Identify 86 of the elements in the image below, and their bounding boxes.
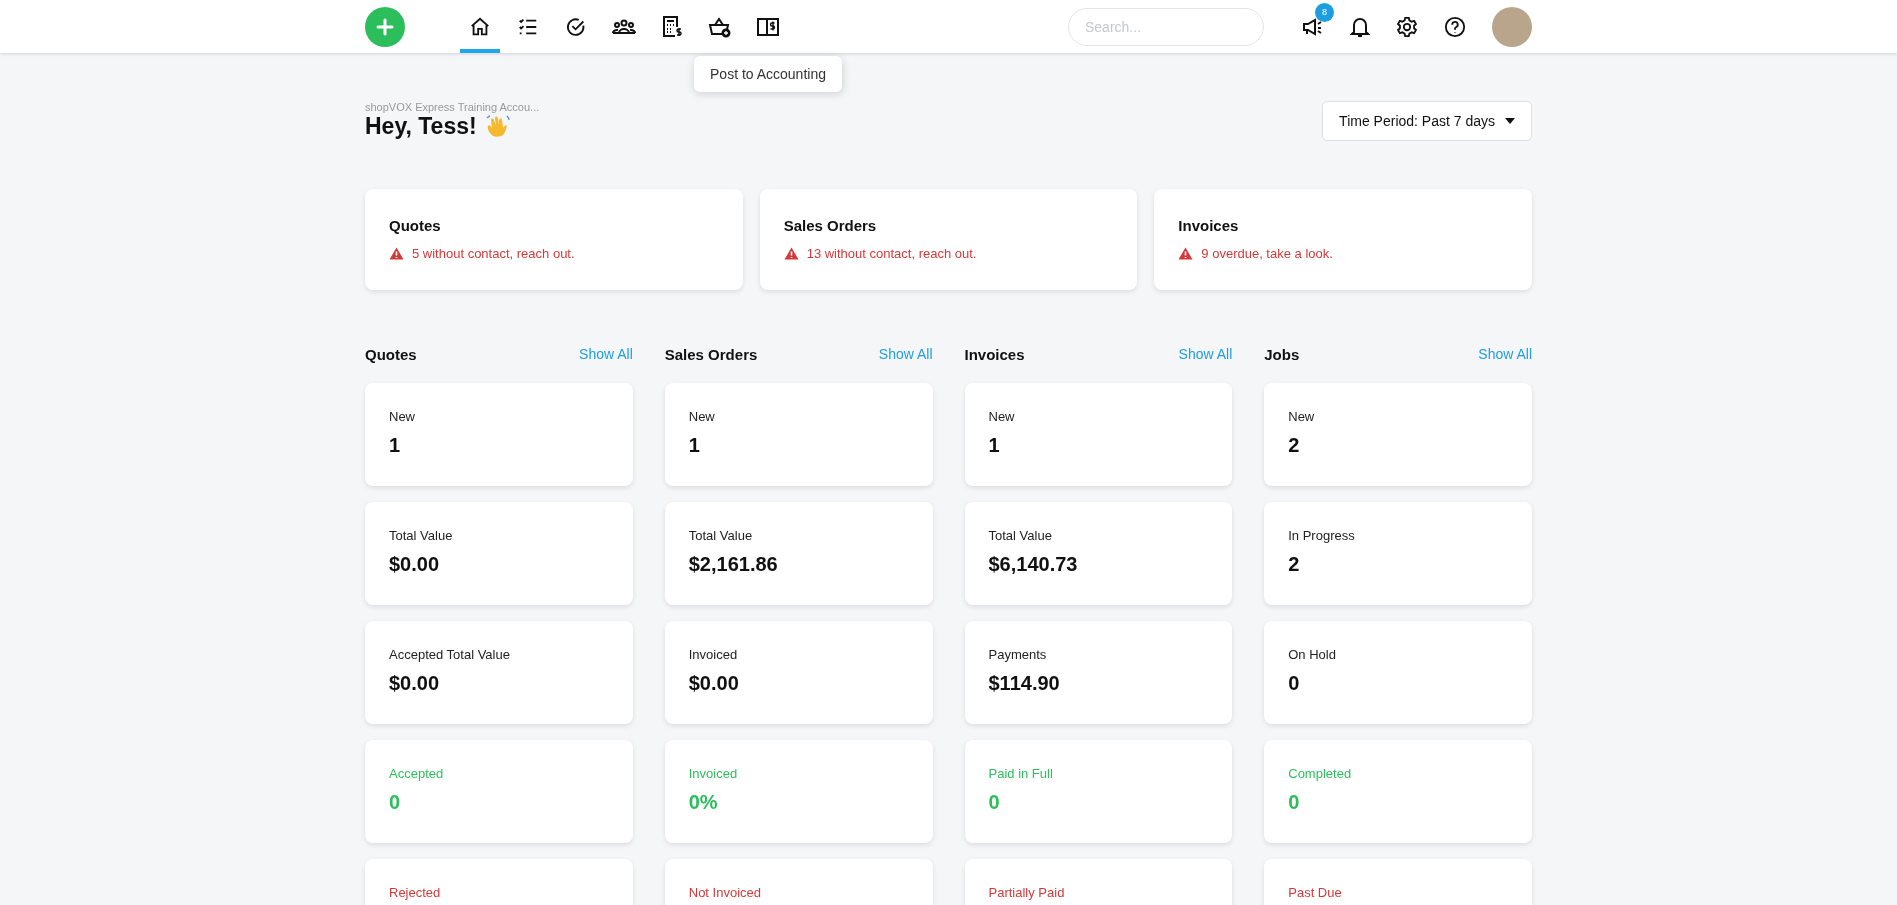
stat-label: New (688, 409, 716, 424)
stat-card[interactable]: New 1 (964, 383, 1233, 486)
stat-value: $0.00 (389, 672, 441, 695)
stat-value: 0 (389, 791, 402, 814)
stat-label: Rejected (389, 885, 442, 900)
stat-label: New (1288, 409, 1316, 424)
stat-label: Completed (1288, 766, 1353, 781)
stat-value: $0.00 (688, 672, 740, 695)
stat-value: $0.00 (389, 553, 441, 576)
stat-card[interactable]: Total Value $6,140.73 (964, 502, 1233, 605)
stat-label: Accepted (389, 766, 445, 781)
basket-plus-icon (708, 15, 732, 38)
stat-card[interactable]: Past Due (1264, 859, 1532, 905)
section-title: Jobs (1264, 345, 1300, 363)
stat-label: Total Value (389, 528, 454, 543)
stat-label: Invoiced (688, 647, 739, 662)
stat-card[interactable]: Total Value $2,161.86 (664, 502, 933, 605)
notification-badge: 8 (1315, 2, 1334, 22)
alert-title: Quotes (389, 217, 442, 234)
stat-value: 2 (1288, 553, 1301, 576)
plus-icon (376, 17, 394, 36)
stat-label: Accepted Total Value (389, 647, 511, 662)
alert-message: 13 without contact, reach out. (806, 246, 977, 261)
stat-value: 0 (1288, 791, 1301, 814)
alert-card[interactable]: Quotes 5 without contact, reach out. (365, 189, 743, 290)
stat-card[interactable]: New 2 (1264, 383, 1532, 486)
alert-message: 5 without contact, reach out. (412, 246, 575, 261)
warning-icon (1178, 247, 1194, 260)
stat-label: New (988, 409, 1016, 424)
section-title: Quotes (365, 345, 417, 363)
stat-value: 1 (988, 434, 1001, 457)
home-icon (469, 15, 491, 38)
stat-label: Past Due (1288, 885, 1343, 900)
alert-title: Invoices (1178, 217, 1240, 234)
stat-label: On Hold (1288, 647, 1337, 662)
account-name: shopVOX Express Training Accou... (365, 101, 540, 113)
alert-title: Sales Orders (783, 217, 878, 234)
settings-icon[interactable] (1396, 15, 1418, 38)
book-dollar-icon (757, 16, 779, 37)
tooltip: Post to Accounting (694, 56, 842, 92)
stat-card[interactable]: Accepted Total Value $0.00 (365, 621, 633, 724)
stat-label: New (389, 409, 416, 424)
stat-label: Payments (988, 647, 1048, 662)
stat-value: $114.90 (988, 672, 1061, 695)
stat-value: 0 (988, 791, 1001, 814)
megaphone-icon[interactable] (1302, 16, 1324, 37)
stat-value: 0% (688, 791, 719, 814)
calculator-dollar-icon (661, 14, 683, 39)
stat-label: Invoiced (688, 766, 739, 781)
stat-label: Partially Paid (988, 885, 1066, 900)
search-field[interactable]: Search... (1068, 7, 1264, 46)
waving-hand-icon (484, 113, 511, 140)
check-circle-icon (565, 15, 587, 38)
stat-value: $6,140.73 (988, 553, 1079, 576)
stat-card[interactable]: Not Invoiced (664, 859, 933, 905)
stat-value: 2 (1288, 434, 1301, 457)
stat-card[interactable]: New 1 (365, 383, 633, 486)
help-icon[interactable] (1444, 15, 1466, 38)
stat-card[interactable]: Payments $114.90 (964, 621, 1233, 724)
bell-icon[interactable] (1350, 15, 1370, 38)
stat-card[interactable]: Total Value $0.00 (365, 502, 633, 605)
section-title: Sales Orders (664, 345, 758, 363)
greeting-title: Hey, Tess! (365, 113, 477, 140)
alert-card[interactable]: Sales Orders 13 without contact, reach out. (759, 189, 1138, 290)
stat-label: Total Value (688, 528, 754, 543)
warning-icon (389, 247, 404, 260)
stat-card[interactable]: New 1 (664, 383, 933, 486)
alert-card[interactable]: Invoices 9 overdue, take a look. (1154, 189, 1532, 290)
stat-value: 1 (389, 434, 402, 457)
warning-icon (783, 247, 799, 260)
stat-value: $2,161.86 (688, 553, 779, 576)
stat-value: 0 (1288, 672, 1301, 695)
stat-card[interactable]: Partially Paid (964, 859, 1233, 905)
stat-label: Not Invoiced (688, 885, 762, 900)
stat-card[interactable]: In Progress 2 (1264, 502, 1532, 605)
caret-icon (1505, 118, 1515, 124)
stat-label: In Progress (1288, 528, 1356, 543)
stat-value: 1 (688, 434, 701, 457)
stat-card[interactable]: On Hold 0 (1264, 621, 1532, 724)
stat-label: Total Value (988, 528, 1053, 543)
time-period-dropdown[interactable]: Time Period: Past 7 days (1322, 101, 1532, 141)
stat-card[interactable]: Rejected (365, 859, 633, 905)
section-title: Invoices (964, 345, 1025, 363)
stat-label: Paid in Full (988, 766, 1054, 781)
stat-card[interactable]: Invoiced $0.00 (664, 621, 933, 724)
alert-message: 9 overdue, take a look. (1201, 246, 1333, 261)
